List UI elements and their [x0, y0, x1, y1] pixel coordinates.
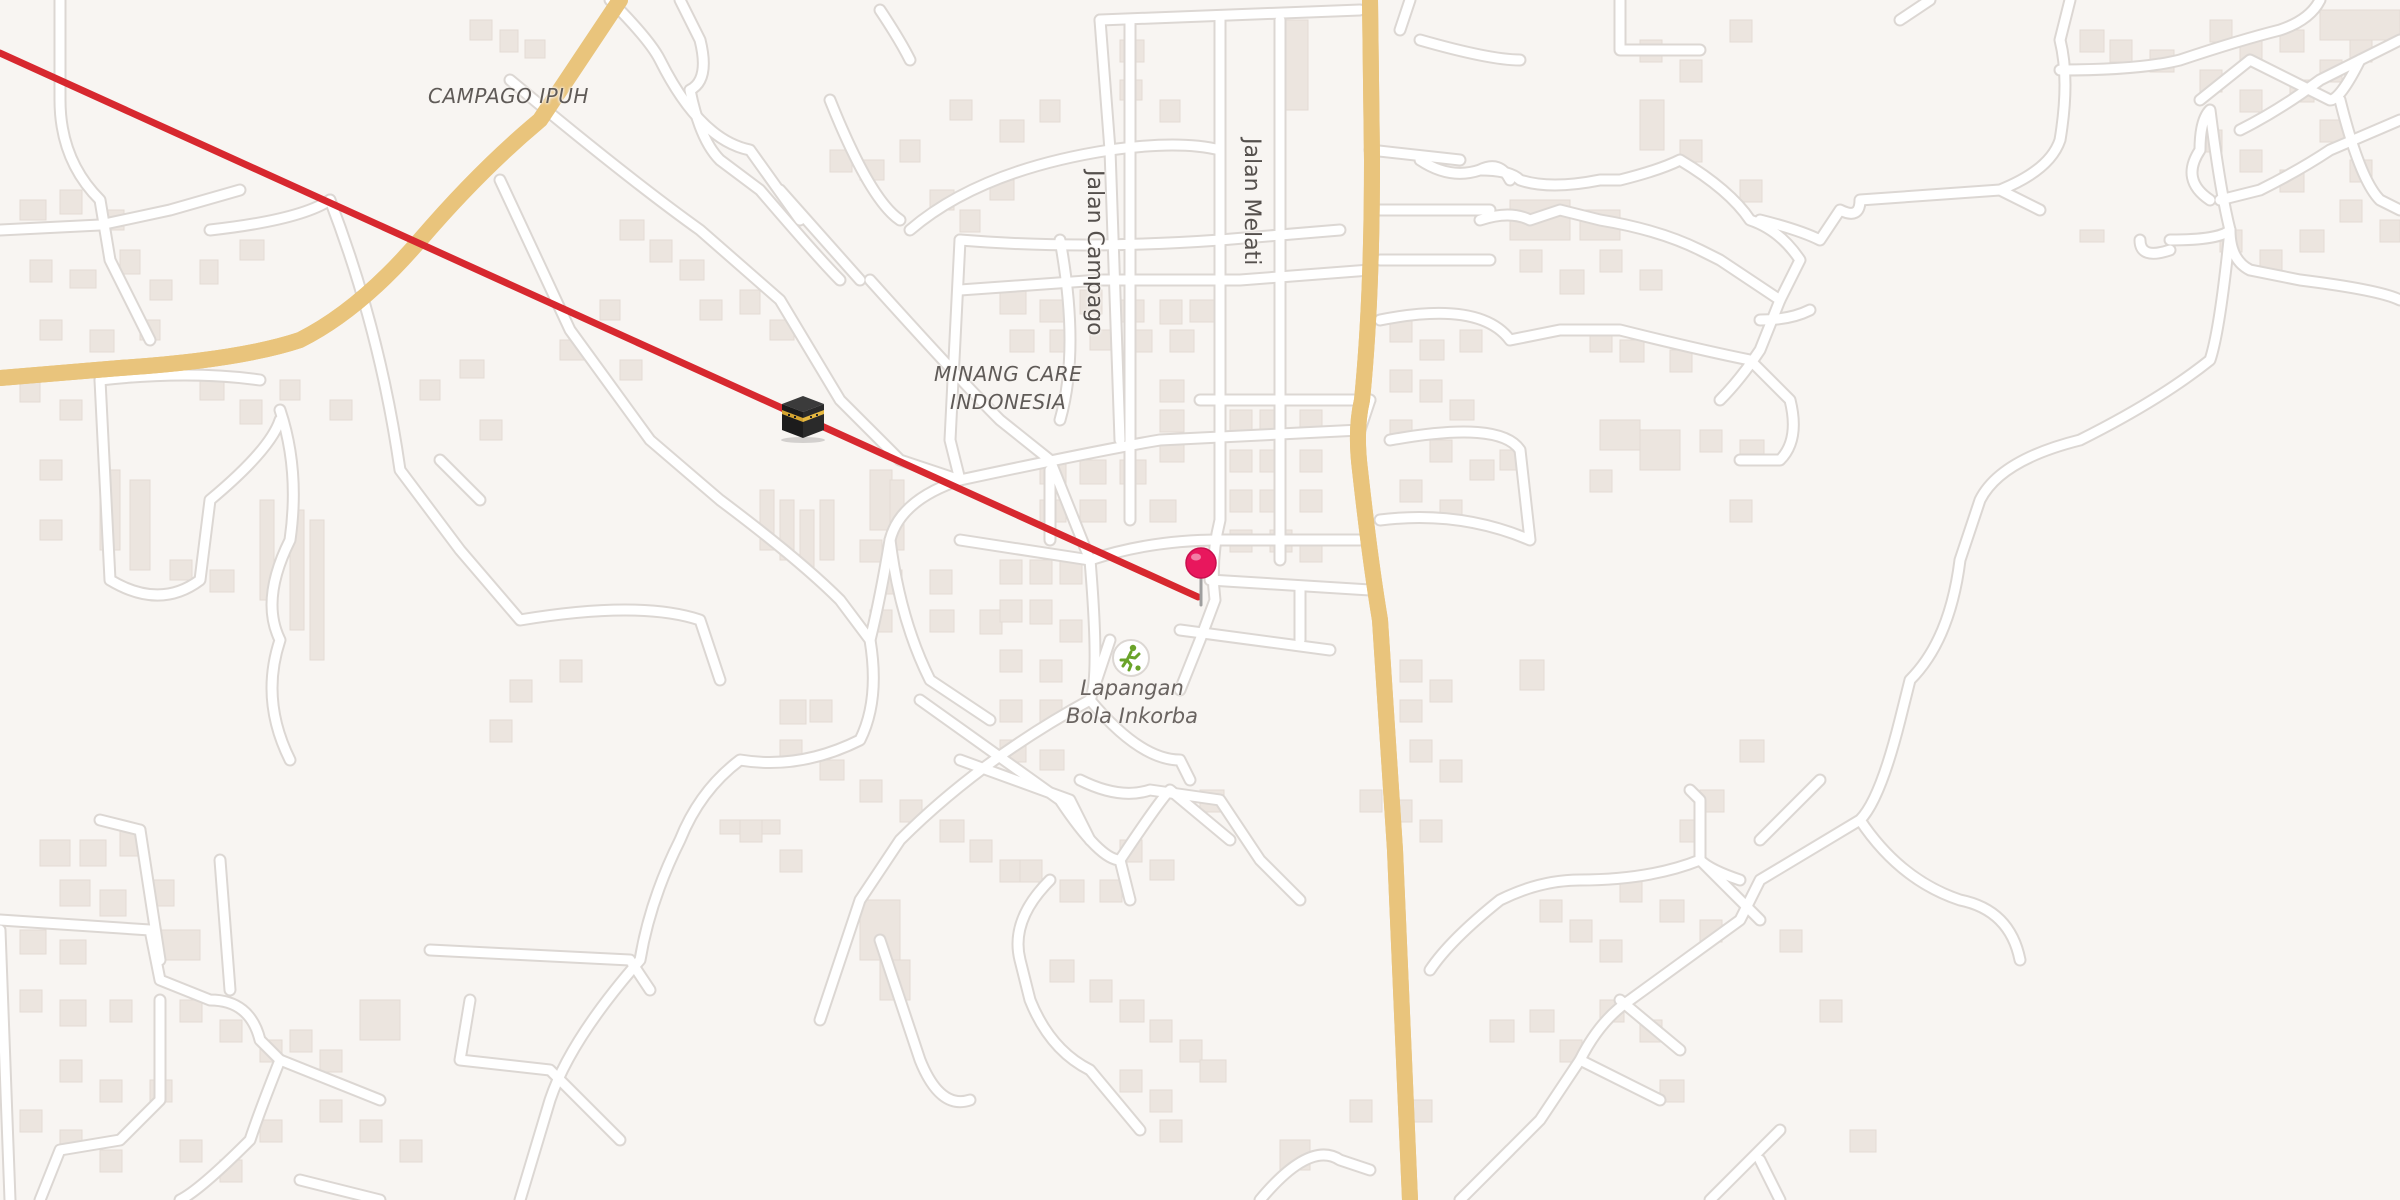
map-view[interactable]: CAMPAGO IPUH MINANG CARE INDONESIA Jalan…	[0, 0, 2400, 1200]
poi-label-line2: Bola Inkorba	[1066, 704, 1198, 728]
street-label-jalan-melati: Jalan Melati	[1239, 138, 1264, 266]
area-label-minang-care: MINANG CARE INDONESIA	[934, 360, 1082, 416]
soccer-field-icon[interactable]	[1111, 638, 1151, 678]
kaaba-icon[interactable]	[778, 390, 828, 444]
area-label-campago-ipuh: CAMPAGO IPUH	[428, 84, 589, 108]
street-label-jalan-campago: Jalan Campago	[1082, 170, 1107, 336]
area-label-minang-care-line2: INDONESIA	[949, 390, 1067, 414]
poi-label-lapangan-bola-inkorba[interactable]: Lapangan Bola Inkorba	[1066, 674, 1198, 730]
poi-label-line1: Lapangan	[1080, 676, 1184, 700]
area-label-minang-care-line1: MINANG CARE	[934, 362, 1083, 386]
map-pin-icon[interactable]	[1183, 545, 1219, 609]
